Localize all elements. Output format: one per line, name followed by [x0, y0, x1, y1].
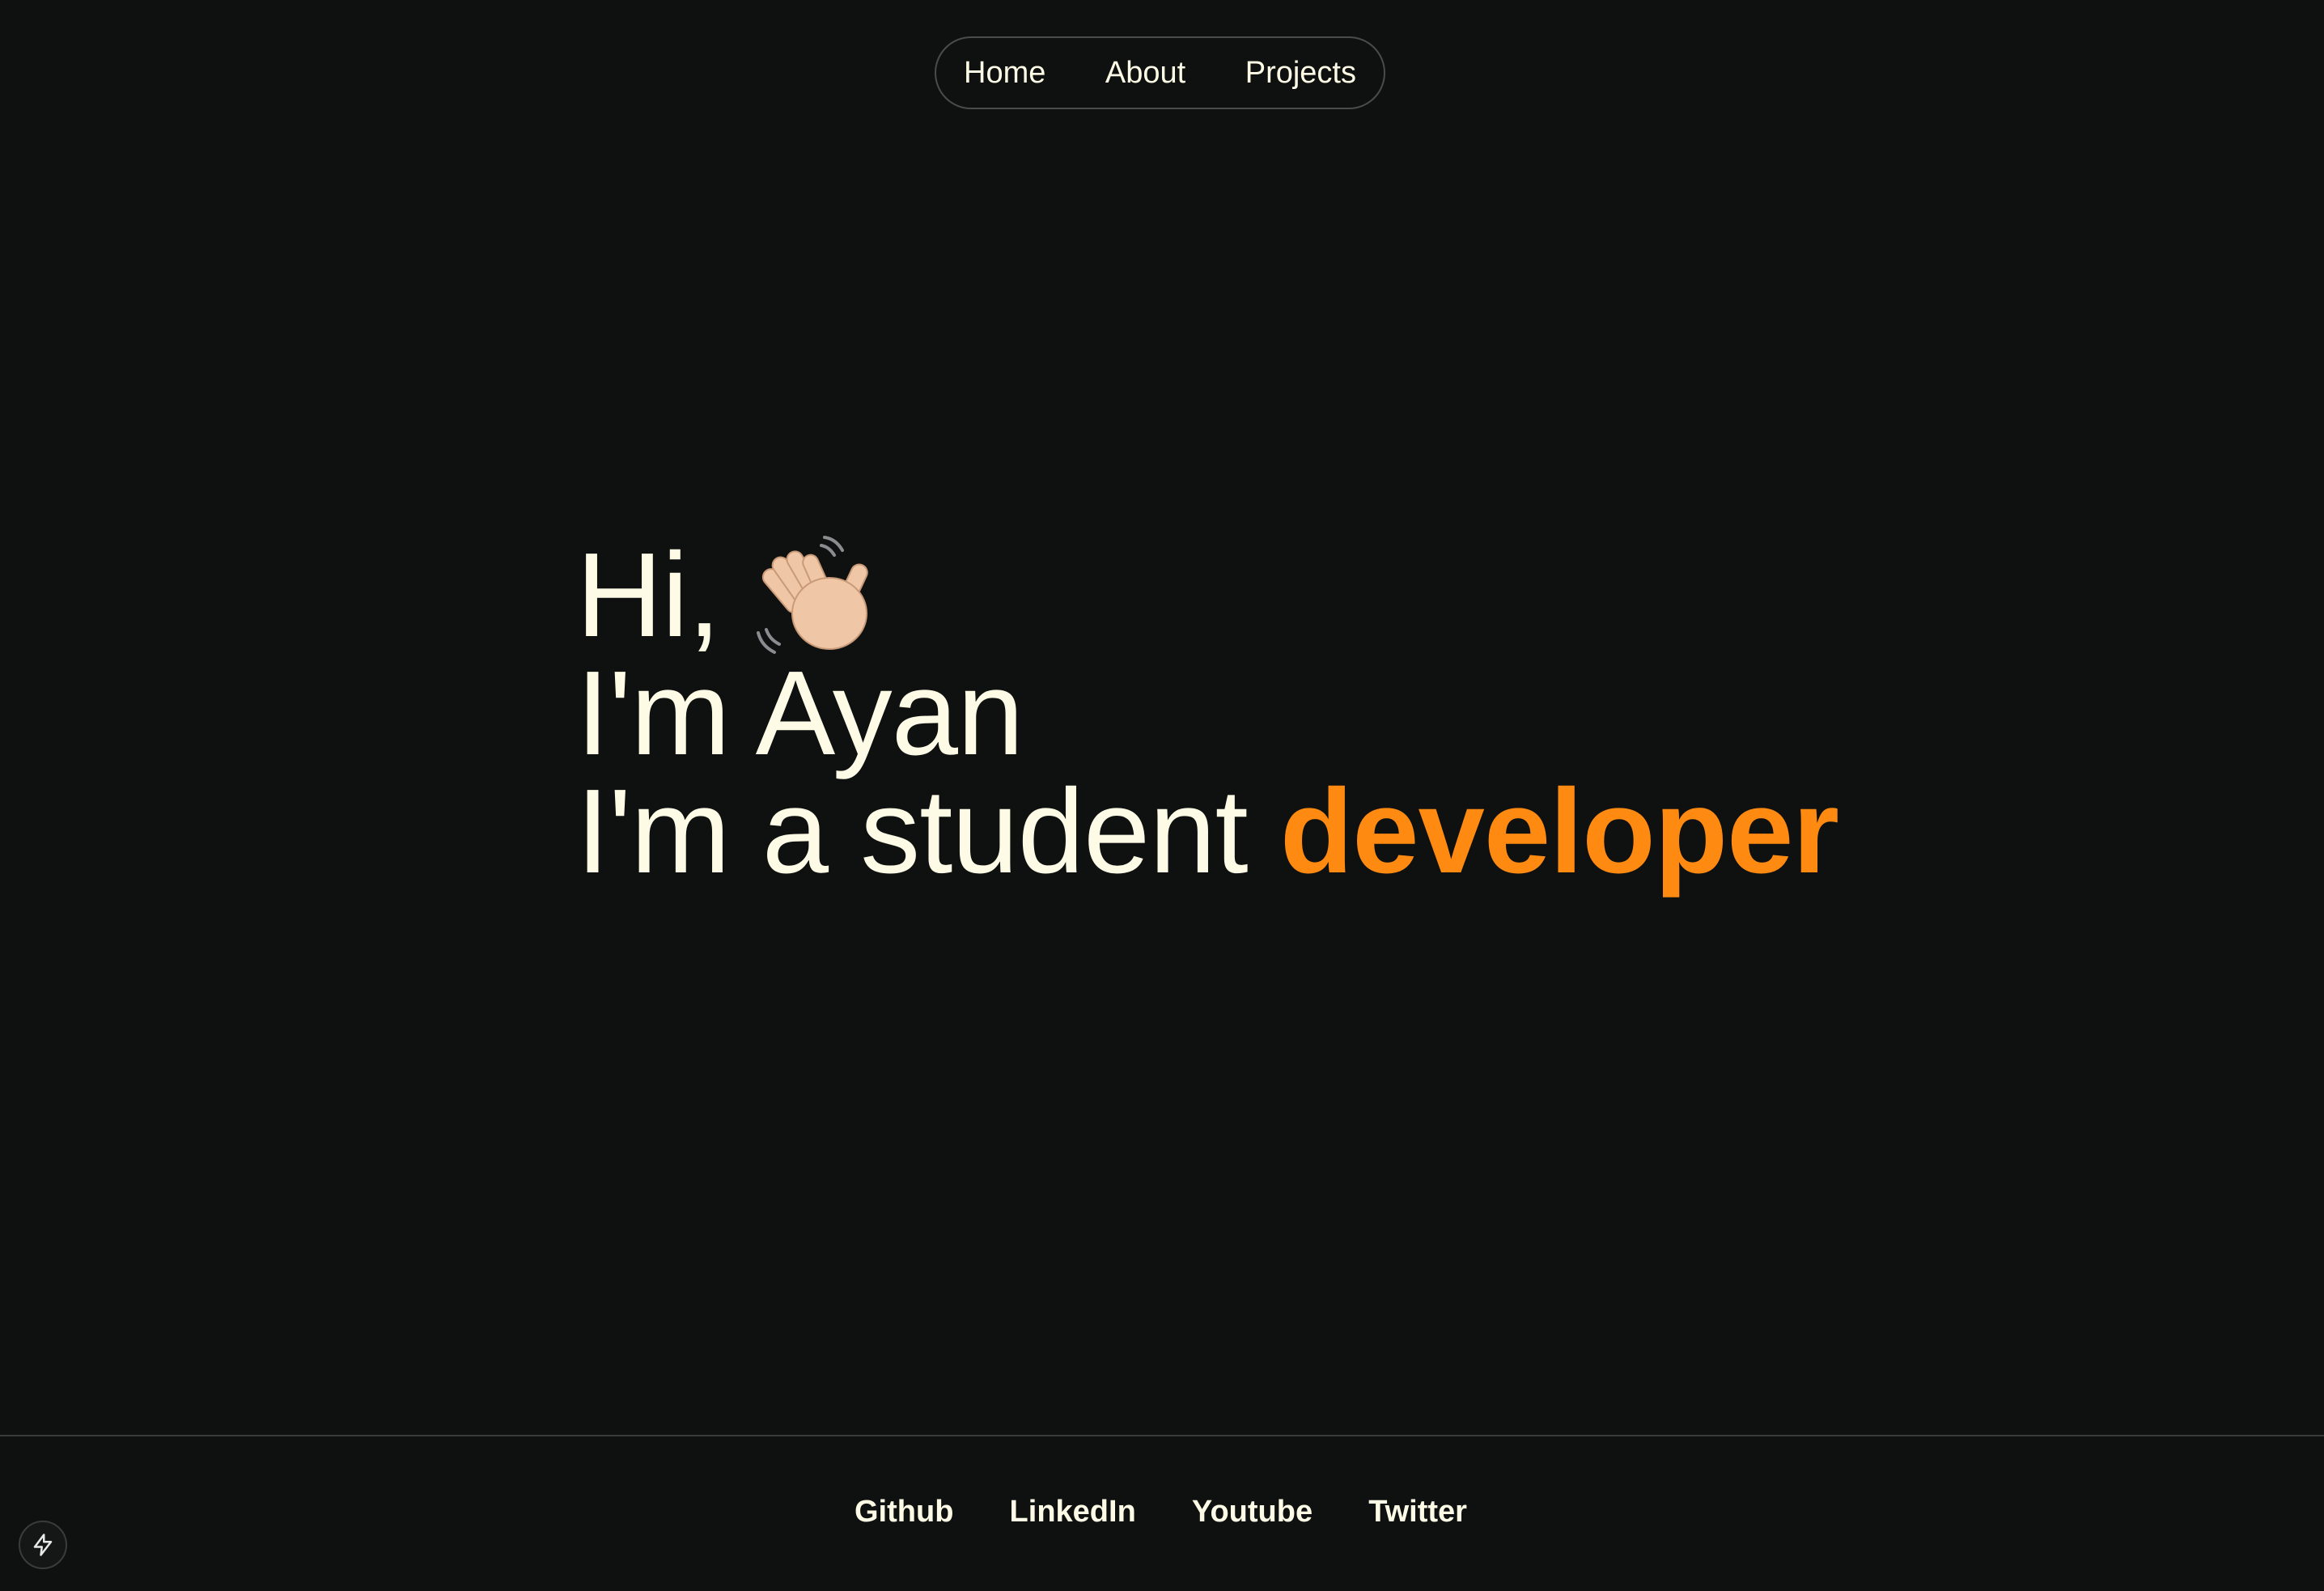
- footer-link-twitter[interactable]: Twitter: [1368, 1496, 1467, 1527]
- top-nav: Home About Projects: [935, 36, 1385, 109]
- lightning-bolt-badge[interactable]: [19, 1521, 67, 1569]
- hero-role-accent: developer: [1279, 765, 1839, 898]
- hero-role-prefix: I'm a student: [576, 765, 1280, 898]
- footer-divider: [0, 1435, 2324, 1436]
- lightning-bolt-icon: [33, 1534, 53, 1556]
- nav-link-home[interactable]: Home: [964, 57, 1045, 88]
- footer-link-github[interactable]: Github: [855, 1496, 953, 1527]
- waving-hand-icon: [757, 536, 868, 654]
- footer-link-linkedin[interactable]: LinkedIn: [1010, 1496, 1136, 1527]
- nav-link-projects[interactable]: Projects: [1245, 57, 1356, 88]
- nav-link-about[interactable]: About: [1105, 57, 1185, 88]
- hero-role: I'm a student developer: [576, 772, 1839, 892]
- footer-links: Github LinkedIn Youtube Twitter: [855, 1496, 1467, 1527]
- hero-name: I'm Ayan: [576, 647, 1024, 780]
- footer-link-youtube[interactable]: Youtube: [1192, 1496, 1313, 1527]
